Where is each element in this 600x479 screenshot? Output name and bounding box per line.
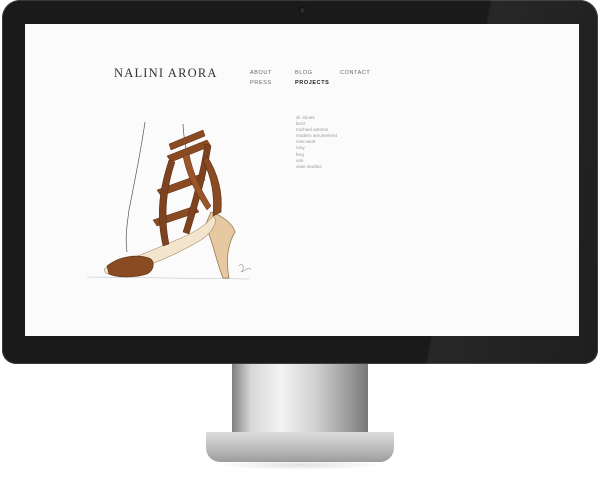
website-screen: NALINI ARORA ABOUT BLOG CONTACT PRESS PR…	[25, 24, 579, 336]
nav-blog[interactable]: BLOG	[295, 70, 313, 76]
projects-list: dr. shoes kezz michael antonio modern am…	[296, 115, 337, 170]
nav-projects[interactable]: PROJECTS	[295, 80, 329, 86]
nav-contact[interactable]: CONTACT	[340, 70, 370, 76]
nav-about[interactable]: ABOUT	[250, 70, 272, 76]
nav-press[interactable]: PRESS	[250, 80, 272, 86]
site-logo[interactable]: NALINI ARORA	[114, 66, 218, 81]
stand-shadow	[214, 460, 386, 470]
monitor-stand-base	[206, 432, 394, 462]
shoe-sketch-illustration	[86, 121, 251, 280]
monitor-bezel: NALINI ARORA ABOUT BLOG CONTACT PRESS PR…	[2, 0, 598, 364]
project-link[interactable]: vase studios	[296, 164, 337, 170]
camera-icon	[300, 8, 305, 13]
